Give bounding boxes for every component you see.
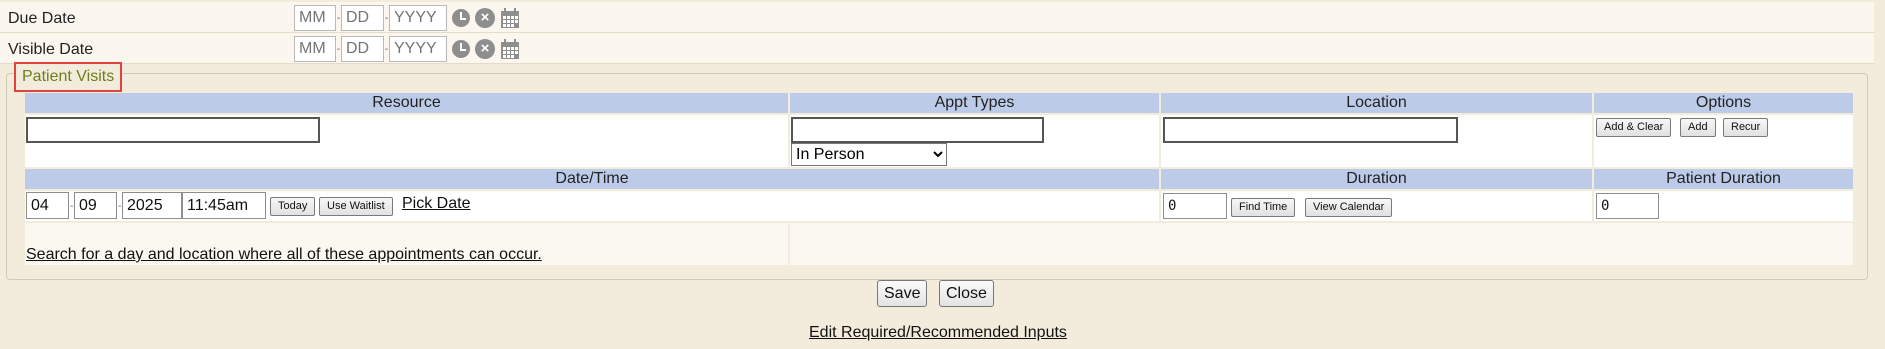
clear-icon[interactable]: ×: [475, 8, 495, 28]
due-date-month-input[interactable]: [294, 5, 336, 31]
patient-duration-input[interactable]: [1596, 193, 1659, 219]
due-date-row: Due Date - - ×: [0, 2, 1874, 33]
visible-date-row: Visible Date - - ×: [0, 33, 1874, 64]
blank-cell: [25, 223, 788, 243]
clock-icon[interactable]: [452, 40, 470, 58]
save-button[interactable]: Save: [877, 280, 928, 307]
visible-date-label: Visible Date: [8, 41, 94, 58]
appt-types-input[interactable]: [791, 117, 1044, 143]
add-clear-button[interactable]: Add & Clear: [1596, 118, 1672, 137]
date-time-header: Date/Time: [25, 169, 1159, 189]
due-date-year-input[interactable]: [389, 5, 447, 31]
location-input[interactable]: [1163, 117, 1458, 143]
resource-input[interactable]: [26, 117, 320, 143]
appt-types-header: Appt Types: [790, 93, 1159, 113]
use-waitlist-button[interactable]: Use Waitlist: [319, 197, 393, 216]
recur-button[interactable]: Recur: [1723, 118, 1769, 137]
location-header: Location: [1161, 93, 1592, 113]
add-button[interactable]: Add: [1680, 118, 1716, 137]
edit-required-inputs-link[interactable]: Edit Required/Recommended Inputs: [809, 324, 1067, 342]
visible-date-inputs: - - ×: [294, 36, 520, 62]
today-button[interactable]: Today: [270, 197, 316, 216]
blank-cell: [790, 223, 1853, 243]
visible-date-day-input[interactable]: [341, 36, 384, 62]
visible-date-month-input[interactable]: [294, 36, 336, 62]
appt-mode-select[interactable]: In Person: [791, 143, 947, 166]
calendar-icon[interactable]: [500, 7, 520, 29]
resource-header: Resource: [25, 93, 788, 113]
appt-month-input[interactable]: [26, 192, 69, 219]
search-day-location-link[interactable]: Search for a day and location where all …: [26, 246, 542, 264]
clock-icon[interactable]: [452, 9, 470, 27]
duration-input[interactable]: [1163, 193, 1227, 219]
appt-year-input[interactable]: [122, 192, 182, 219]
view-calendar-button[interactable]: View Calendar: [1305, 198, 1393, 217]
patient-duration-header: Patient Duration: [1594, 169, 1853, 189]
due-date-label: Due Date: [8, 10, 76, 27]
due-date-inputs: - - ×: [294, 5, 520, 31]
duration-header: Duration: [1161, 169, 1592, 189]
clear-icon[interactable]: ×: [475, 39, 495, 59]
visible-date-year-input[interactable]: [389, 36, 447, 62]
find-time-button[interactable]: Find Time: [1231, 198, 1296, 217]
patient-visits-legend: Patient Visits: [14, 62, 123, 92]
close-button[interactable]: Close: [939, 280, 994, 307]
options-header: Options: [1594, 93, 1853, 113]
appt-time-input[interactable]: [182, 192, 266, 219]
blank-cell: [790, 243, 1853, 265]
due-date-day-input[interactable]: [341, 5, 384, 31]
appt-day-input[interactable]: [74, 192, 117, 219]
pick-date-link[interactable]: Pick Date: [402, 195, 470, 213]
calendar-icon[interactable]: [500, 38, 520, 60]
